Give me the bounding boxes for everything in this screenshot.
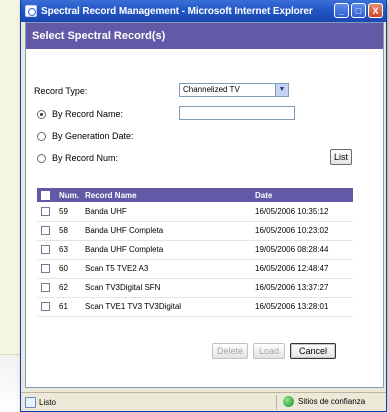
radio-by-record-name[interactable] [37, 110, 46, 119]
page-icon [25, 396, 36, 408]
column-header-record-name[interactable]: Record Name [81, 188, 251, 202]
row-record-name: Banda UHF [81, 202, 251, 222]
record-type-label: Record Type: [34, 86, 88, 96]
table-row[interactable]: 59 Banda UHF 16/05/2006 10:35:12 [37, 202, 353, 222]
row-date: 16/05/2006 13:37:27 [251, 278, 353, 298]
status-bar: Listo Sitios de confianza [21, 392, 386, 411]
by-record-num-label: By Record Num: [52, 153, 119, 163]
row-num: 62 [55, 278, 81, 298]
table-row[interactable]: 61 Scan TVE1 TV3 TV3Digital 16/05/2006 1… [37, 297, 353, 317]
row-checkbox[interactable] [41, 226, 50, 236]
select-all-cell [37, 188, 55, 202]
row-checkbox[interactable] [41, 264, 50, 274]
trusted-sites-icon [283, 396, 294, 407]
cancel-button[interactable]: Cancel [290, 343, 336, 359]
records-table: Num. Record Name Date 59 Banda UHF 16/05… [37, 188, 353, 317]
column-header-date[interactable]: Date [251, 188, 353, 202]
status-text: Listo [39, 397, 56, 407]
radio-by-record-num[interactable] [37, 154, 46, 163]
row-num: 61 [55, 297, 81, 317]
row-checkbox[interactable] [41, 302, 50, 312]
row-num: 60 [55, 259, 81, 279]
row-checkbox[interactable] [41, 245, 50, 255]
row-checkbox[interactable] [41, 206, 50, 216]
window-titlebar[interactable]: Spectral Record Management - Microsoft I… [21, 0, 386, 22]
load-button[interactable]: Load [253, 343, 285, 359]
window-title: Spectral Record Management - Microsoft I… [41, 5, 313, 17]
record-type-value: Channelized TV [183, 85, 240, 94]
ie-icon [25, 5, 37, 17]
select-all-checkbox[interactable] [41, 190, 50, 200]
row-date: 16/05/2006 10:23:02 [251, 221, 353, 241]
row-record-name: Scan T5 TVE2 A3 [81, 259, 251, 279]
dialog-page: Select Spectral Record(s) Record Type: C… [25, 22, 384, 388]
row-num: 59 [55, 202, 81, 222]
maximize-button[interactable]: □ [351, 3, 366, 18]
row-date: 16/05/2006 13:28:01 [251, 297, 353, 317]
row-record-name: Banda UHF Completa [81, 221, 251, 241]
table-row[interactable]: 58 Banda UHF Completa 16/05/2006 10:23:0… [37, 221, 353, 241]
column-header-num[interactable]: Num. [55, 188, 81, 202]
security-zone-label: Sitios de confianza [298, 397, 366, 406]
row-record-name: Scan TVE1 TV3 TV3Digital [81, 297, 251, 317]
radio-by-generation-date[interactable] [37, 132, 46, 141]
table-header-row: Num. Record Name Date [37, 188, 353, 202]
close-button[interactable]: X [368, 3, 383, 18]
row-date: 19/05/2006 08:28:44 [251, 240, 353, 260]
by-generation-date-label: By Generation Date: [52, 131, 134, 141]
table-row[interactable]: 62 Scan TV3Digital SFN 16/05/2006 13:37:… [37, 278, 353, 298]
row-record-name: Scan TV3Digital SFN [81, 278, 251, 298]
row-num: 63 [55, 240, 81, 260]
row-checkbox[interactable] [41, 283, 50, 293]
ie-popup-window: Spectral Record Management - Microsoft I… [20, 0, 387, 412]
row-record-name: Banda UHF Completa [81, 240, 251, 260]
row-date: 16/05/2006 12:48:47 [251, 259, 353, 279]
minimize-button[interactable]: _ [334, 3, 349, 18]
dialog-header: Select Spectral Record(s) [26, 23, 383, 49]
record-type-select[interactable]: Channelized TV ▼ [179, 83, 289, 97]
status-divider [276, 395, 277, 410]
security-zone[interactable]: Sitios de confianza [283, 396, 365, 407]
delete-button[interactable]: Delete [212, 343, 248, 359]
table-row[interactable]: 60 Scan T5 TVE2 A3 16/05/2006 12:48:47 [37, 259, 353, 279]
row-num: 58 [55, 221, 81, 241]
list-button[interactable]: List [330, 149, 352, 165]
chevron-down-icon[interactable]: ▼ [275, 84, 288, 96]
record-name-input[interactable] [179, 106, 295, 120]
table-row[interactable]: 63 Banda UHF Completa 19/05/2006 08:28:4… [37, 240, 353, 260]
by-record-name-label: By Record Name: [52, 109, 124, 119]
row-date: 16/05/2006 10:35:12 [251, 202, 353, 222]
